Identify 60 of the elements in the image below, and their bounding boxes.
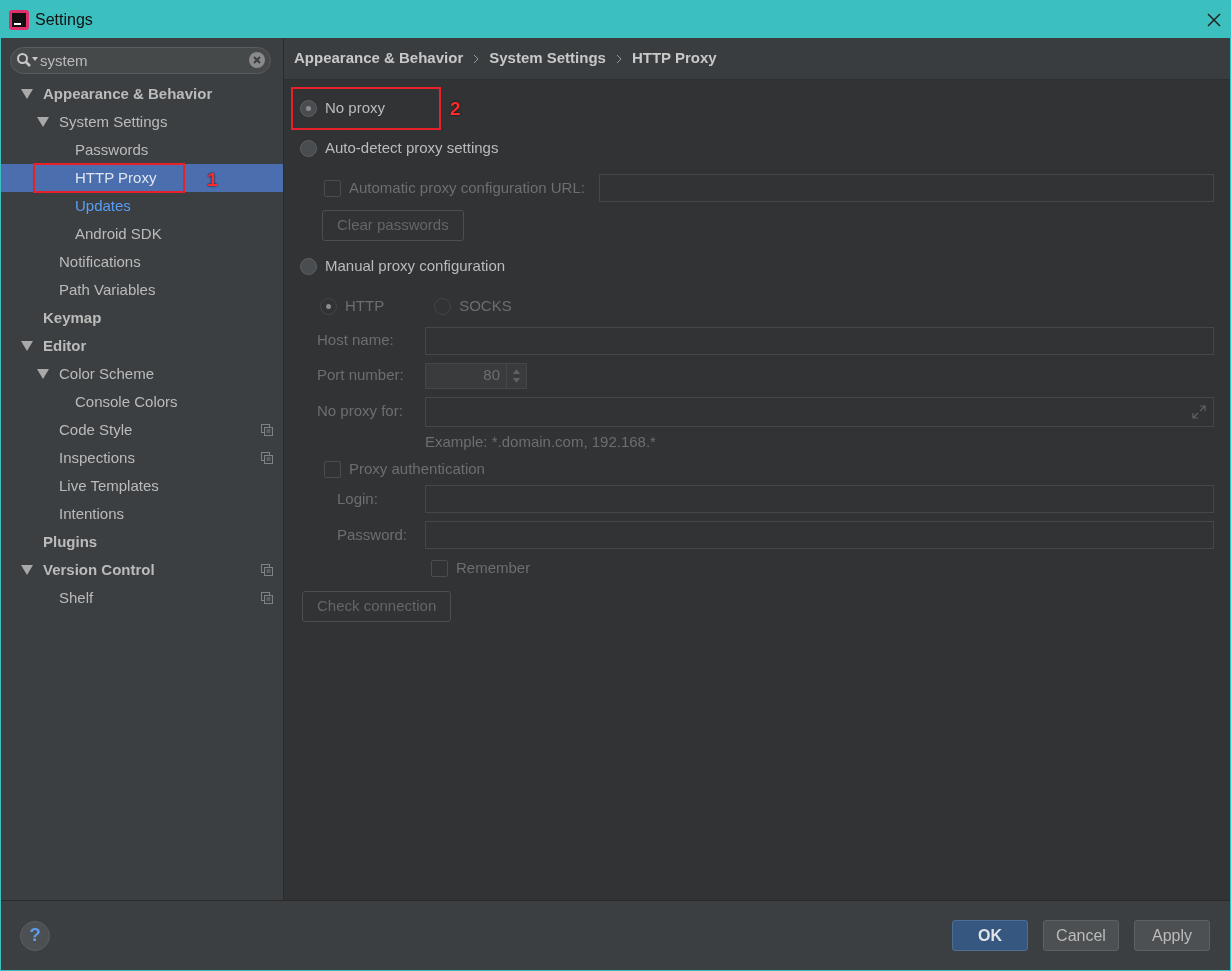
tree-item[interactable]: System Settings (1, 108, 283, 136)
field-label: Port number: (317, 365, 405, 386)
checkbox-label: Proxy authentication (349, 458, 485, 479)
tree-item[interactable]: Version Control (1, 556, 283, 584)
expand-arrow-icon[interactable] (37, 117, 49, 127)
tree-item[interactable]: Updates (1, 192, 283, 220)
expand-icon (1191, 403, 1207, 420)
tree-item[interactable]: Editor (1, 332, 283, 360)
expand-arrow-icon[interactable] (21, 341, 33, 351)
annotation-number: 2 (450, 99, 461, 118)
breadcrumb-item[interactable]: System Settings (489, 47, 606, 70)
annotation-number: 1 (207, 170, 218, 189)
radio-button[interactable] (300, 139, 317, 157)
clear-icon[interactable] (248, 51, 266, 69)
tree-item[interactable]: Inspections (1, 444, 283, 472)
radio-label: HTTP (345, 296, 385, 317)
tree-item[interactable]: Notifications (1, 248, 283, 276)
tree-item[interactable]: Live Templates (1, 472, 283, 500)
tree-item[interactable]: Plugins (1, 528, 283, 556)
tree-item[interactable]: Appearance & Behavior (1, 80, 283, 108)
window-title: Settings (35, 9, 93, 30)
field-label: Password: (337, 524, 409, 545)
tree-item[interactable]: Android SDK (1, 220, 283, 248)
chevron-icon (473, 53, 480, 64)
expand-arrow-icon[interactable] (37, 369, 49, 379)
checkbox-label: Automatic proxy configuration URL: (349, 177, 585, 198)
tree-item[interactable]: Keymap (1, 304, 283, 332)
radio-button[interactable] (300, 99, 317, 117)
no-proxy-field[interactable] (425, 396, 1214, 427)
radio-label: No proxy (325, 97, 386, 118)
search-icon (16, 52, 38, 68)
field-label: Host name: (317, 330, 395, 351)
help-button[interactable]: ? (20, 920, 50, 951)
tree-item[interactable]: Intentions (1, 500, 283, 528)
app-logo-icon (9, 9, 29, 30)
expand-arrow-icon[interactable] (21, 565, 33, 575)
tree-item[interactable]: Code Style (1, 416, 283, 444)
expand-arrow-icon[interactable] (21, 89, 33, 99)
tree-item[interactable]: Shelf (1, 584, 283, 612)
tree-item[interactable]: Color Scheme (1, 360, 283, 388)
close-icon[interactable] (1206, 11, 1222, 28)
radio-label: Auto-detect proxy settings (325, 137, 499, 158)
dialog-button[interactable]: Cancel (1043, 920, 1119, 951)
chevron-icon (615, 53, 622, 64)
radio-label: Manual proxy configuration (325, 256, 506, 277)
search-field[interactable]: system (10, 47, 271, 74)
tree-item[interactable]: Path Variables (1, 276, 283, 304)
tree-item[interactable]: Console Colors (1, 388, 283, 416)
dialog-button[interactable]: OK (952, 920, 1028, 951)
breadcrumb-item[interactable]: HTTP Proxy (631, 47, 717, 70)
radio-button[interactable] (300, 258, 317, 275)
field-label: Login: (337, 488, 379, 509)
tree-item[interactable]: HTTP Proxy 1 (1, 164, 283, 192)
hint-text: Example: *.domain.com, 192.168.* (425, 431, 657, 452)
breadcrumb-item[interactable]: Appearance & Behavior (294, 47, 464, 70)
field-label: No proxy for: (317, 401, 404, 422)
radio-label: SOCKS (459, 296, 512, 317)
dialog-button[interactable]: Apply (1134, 920, 1210, 951)
tree-item[interactable]: Passwords (1, 136, 283, 164)
checkbox-label: Remember (456, 557, 531, 578)
